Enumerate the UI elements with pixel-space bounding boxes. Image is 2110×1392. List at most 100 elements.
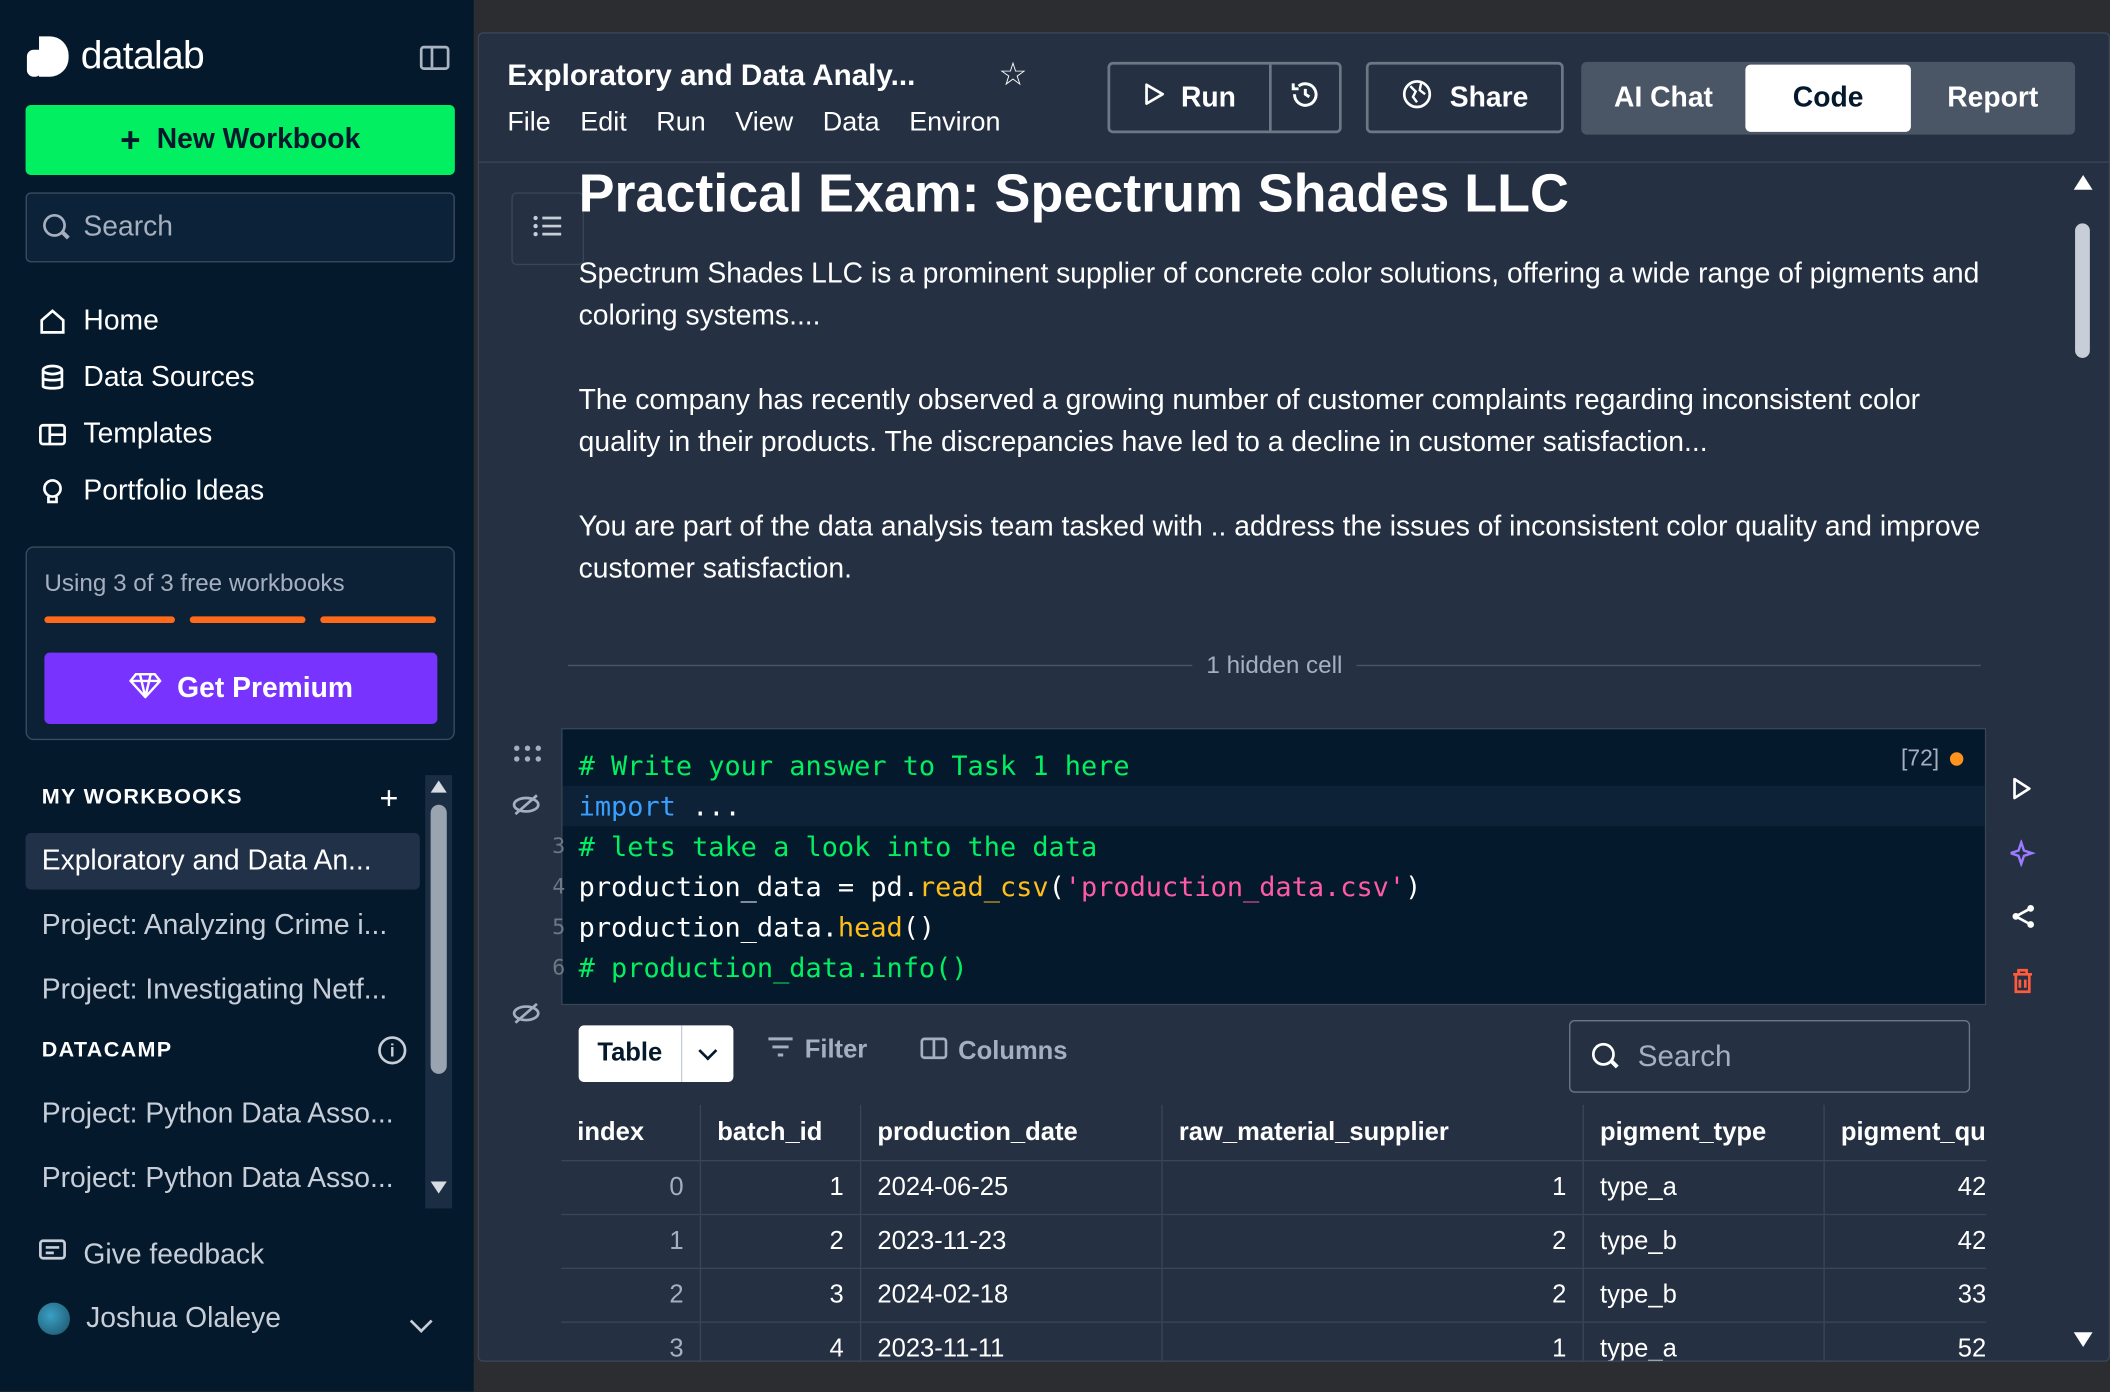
view-dropdown-button[interactable]: [682, 1025, 733, 1082]
add-workbook-icon[interactable]: +: [379, 781, 398, 819]
user-menu[interactable]: Joshua Olaleye: [37, 1302, 281, 1335]
sidebar-item-label: Portfolio Ideas: [83, 475, 265, 506]
sidebar-workbook-item[interactable]: Exploratory and Data An...: [25, 832, 420, 890]
table-cell: 4: [701, 1322, 862, 1361]
run-button[interactable]: Run: [1110, 64, 1272, 131]
new-workbook-button[interactable]: + New Workbook: [25, 104, 455, 175]
view-select[interactable]: Table: [578, 1025, 734, 1082]
table-row[interactable]: 0 1 2024-06-25 1 type_a 42: [561, 1161, 1987, 1216]
code-line[interactable]: 4 production_data = pd.read_csv('producti…: [552, 867, 1421, 907]
logo[interactable]: datalab: [26, 35, 205, 79]
sidebar-item-label: Templates: [83, 418, 213, 450]
diamond-icon: [128, 671, 162, 706]
usage-card: Using 3 of 3 free workbooks Get Premium: [25, 546, 455, 741]
scroll-down-arrow-icon[interactable]: [2073, 1332, 2093, 1348]
menu-file[interactable]: File: [507, 108, 550, 139]
run-history-button[interactable]: [1272, 65, 1339, 131]
sidebar-scrollbar[interactable]: [425, 775, 453, 1209]
table-cell: 2023-11-11: [861, 1322, 1163, 1361]
execution-count: [72]: [1901, 746, 1964, 773]
column-header[interactable]: index: [561, 1104, 702, 1160]
sidebar-item-portfolio-ideas[interactable]: Portfolio Ideas: [38, 463, 264, 520]
code-line[interactable]: 5 production_data.head(): [552, 907, 935, 947]
column-header[interactable]: batch_id: [701, 1104, 862, 1160]
play-icon: [1143, 81, 1165, 113]
sidebar-workbook-item[interactable]: Project: Investigating Netf...: [26, 962, 420, 1019]
mode-switcher: AI Chat Code Report: [1581, 61, 2076, 135]
run-button-group: Run: [1107, 61, 1342, 134]
column-header[interactable]: production_date: [861, 1104, 1163, 1160]
tab-ai-chat[interactable]: AI Chat: [1581, 62, 1746, 135]
give-feedback-link[interactable]: Give feedback: [38, 1238, 264, 1273]
column-header[interactable]: pigment_qu: [1825, 1105, 1986, 1160]
sidebar-datacamp-item[interactable]: Project: Python Data Asso...: [26, 1151, 420, 1208]
sidebar-workbook-item[interactable]: Project: Analyzing Crime i...: [26, 898, 420, 955]
drag-handle-icon[interactable]: [511, 743, 543, 771]
avatar: [37, 1302, 70, 1335]
collapse-sidebar-icon[interactable]: [419, 45, 450, 70]
sidebar-item-label: Data Sources: [83, 361, 255, 393]
code-line[interactable]: import ...: [579, 786, 741, 826]
unsaved-indicator-dot: [1949, 752, 1964, 766]
sidebar-search-input[interactable]: Search: [25, 192, 455, 263]
scrollbar-thumb[interactable]: [430, 804, 447, 1074]
share-label: Share: [1449, 81, 1529, 113]
tab-code[interactable]: Code: [1745, 64, 1911, 132]
filter-button[interactable]: Filter: [767, 1036, 867, 1066]
scroll-up-arrow-icon[interactable]: [430, 780, 447, 793]
share-button[interactable]: Share: [1365, 61, 1564, 134]
sidebar-item-templates[interactable]: Templates: [38, 406, 264, 463]
run-cell-icon[interactable]: [2010, 776, 2032, 808]
ai-sparkle-icon[interactable]: [2006, 838, 2037, 875]
code-line[interactable]: # Write your answer to Task 1 here: [579, 746, 1130, 786]
menu-data[interactable]: Data: [823, 108, 880, 139]
scrollbar-thumb[interactable]: [2075, 223, 2090, 358]
document-paragraph: Spectrum Shades LLC is a prominent suppl…: [578, 258, 1980, 332]
table-cell: 1: [1163, 1161, 1584, 1214]
menu-environment[interactable]: Environ: [909, 108, 1000, 139]
menu-bar: File Edit Run View Data Environ: [507, 108, 1045, 139]
notebook-scrollbar[interactable]: [2068, 164, 2103, 1360]
star-icon[interactable]: ☆: [999, 55, 1028, 94]
columns-label: Columns: [958, 1037, 1068, 1066]
sidebar-item-home[interactable]: Home: [38, 293, 264, 350]
info-icon[interactable]: i: [378, 1036, 407, 1065]
delete-cell-icon[interactable]: [2010, 968, 2034, 1003]
sidebar-item-label: Home: [83, 305, 159, 337]
menu-view[interactable]: View: [735, 108, 793, 139]
hidden-cell-divider[interactable]: 1 hidden cell: [567, 649, 1981, 681]
table-row[interactable]: 2 3 2024-02-18 2 type_b 33: [561, 1268, 1987, 1323]
outline-toggle-button[interactable]: [511, 192, 585, 266]
sidebar-datacamp-item[interactable]: Project: Python Data Asso...: [26, 1086, 420, 1143]
columns-button[interactable]: Columns: [920, 1036, 1068, 1068]
get-premium-button[interactable]: Get Premium: [44, 652, 438, 724]
share-cell-icon[interactable]: [2010, 903, 2037, 938]
tab-report[interactable]: Report: [1910, 62, 2075, 135]
code-line[interactable]: 6 # production_data.info(): [552, 947, 967, 987]
document-paragraph: The company has recently observed a grow…: [578, 384, 1921, 458]
feedback-label: Give feedback: [83, 1239, 265, 1271]
run-label: Run: [1180, 81, 1236, 113]
line-number: 3: [552, 832, 566, 859]
output-search-input[interactable]: Search: [1569, 1020, 1971, 1093]
scroll-down-arrow-icon[interactable]: [430, 1181, 447, 1194]
table-row[interactable]: 3 4 2023-11-11 1 type_a 52: [561, 1322, 1986, 1361]
code-line[interactable]: 3 # lets take a look into the data: [552, 826, 1097, 866]
hide-code-icon[interactable]: [511, 793, 541, 824]
table-cell: 3: [701, 1268, 862, 1322]
scroll-up-arrow-icon[interactable]: [2073, 174, 2093, 190]
my-workbooks-heading: MY WORKBOOKS: [41, 785, 243, 809]
column-header[interactable]: raw_material_supplier: [1163, 1104, 1584, 1160]
code-cell[interactable]: [72] # Write your answer to Task 1 here …: [552, 728, 1987, 1006]
table-row[interactable]: 1 2 2023-11-23 2 type_b 42: [561, 1215, 1987, 1269]
document-title: Practical Exam: Spectrum Shades LLC: [578, 164, 1569, 224]
lightbulb-icon: [38, 476, 68, 506]
menu-edit[interactable]: Edit: [580, 108, 626, 139]
column-header[interactable]: pigment_type: [1584, 1104, 1825, 1160]
chevron-down-icon[interactable]: [409, 1310, 433, 1333]
hide-output-icon[interactable]: [511, 1001, 541, 1032]
workbook-title[interactable]: Exploratory and Data Analy...: [507, 58, 915, 93]
table-cell: 42: [1957, 1172, 1987, 1202]
menu-run[interactable]: Run: [656, 108, 705, 139]
sidebar-item-data-sources[interactable]: Data Sources: [38, 350, 264, 407]
